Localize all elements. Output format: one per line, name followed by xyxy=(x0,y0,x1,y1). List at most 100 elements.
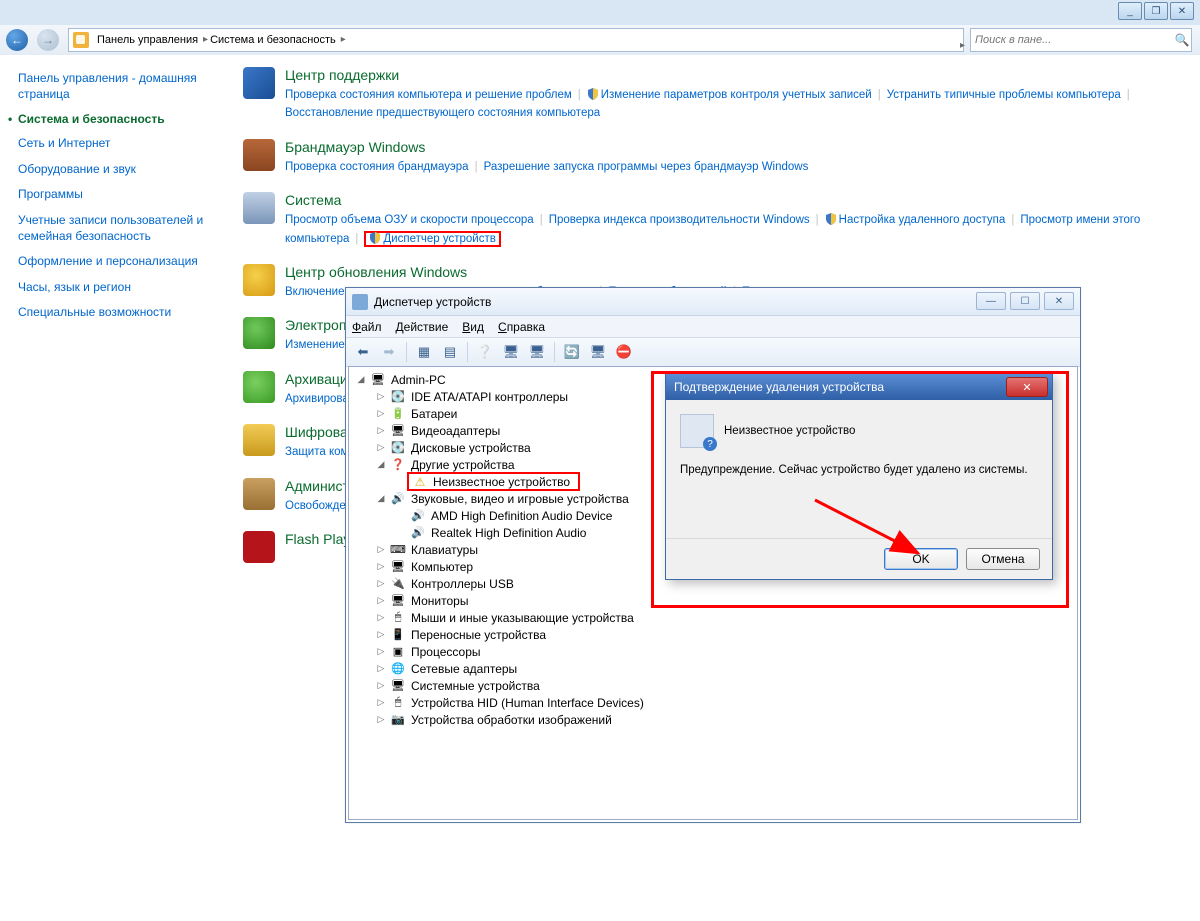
category-link[interactable]: Проверка состояния брандмауэра xyxy=(285,161,469,173)
expand-toggle-icon[interactable]: ▷ xyxy=(375,425,387,436)
expand-toggle-icon[interactable]: ▷ xyxy=(375,442,387,453)
left-nav-item[interactable]: Сеть и Интернет xyxy=(18,136,213,152)
menu-item[interactable]: Вид xyxy=(462,320,484,334)
tree-node[interactable]: ▷🖥Системные устройства xyxy=(349,677,1077,694)
tb-disable-icon[interactable]: ⛔ xyxy=(613,341,635,363)
category-icon xyxy=(243,139,275,171)
device-type-icon: ▣ xyxy=(390,645,406,659)
search-icon[interactable]: 🔍 xyxy=(1173,33,1191,47)
expand-toggle-icon[interactable]: ▷ xyxy=(375,697,387,708)
category-link[interactable]: Восстановление предшествующего состояния… xyxy=(285,107,600,119)
tree-node[interactable]: ▷📱Переносные устройства xyxy=(349,626,1077,643)
expand-toggle-icon[interactable]: ▷ xyxy=(375,391,387,402)
highlighted-node: Неизвестное устройство xyxy=(407,472,580,491)
device-type-icon: 🔊 xyxy=(410,509,426,523)
browser-tab-strip: _ ❐ ✕ xyxy=(0,0,1200,26)
tb-uninstall-icon[interactable]: 🖥 xyxy=(587,341,609,363)
menu-item[interactable]: Действие xyxy=(396,320,449,334)
device-type-icon: 💽 xyxy=(390,441,406,455)
tb-back-icon[interactable]: ⬅ xyxy=(352,341,374,363)
expand-toggle-icon[interactable]: ▷ xyxy=(375,646,387,657)
category-icon xyxy=(243,424,275,456)
nav-forward-button[interactable]: → xyxy=(37,29,59,51)
category-link[interactable]: Настройка удаленного доступа xyxy=(839,214,1006,226)
tree-node[interactable]: ▷▣Процессоры xyxy=(349,643,1077,660)
expand-toggle-icon[interactable]: ▷ xyxy=(375,680,387,691)
left-nav-item[interactable]: Оборудование и звук xyxy=(18,162,213,178)
dm-title: Диспетчер устройств xyxy=(374,295,491,309)
control-panel-icon xyxy=(73,32,89,48)
search-box[interactable]: 🔍 xyxy=(970,28,1192,52)
dialog-cancel-button[interactable]: Отмена xyxy=(966,548,1040,570)
category-link[interactable]: Проверка состояния компьютера и решение … xyxy=(285,89,572,101)
category-link[interactable]: Проверка индекса производительности Wind… xyxy=(549,214,810,226)
tree-node-label: Другие устройства xyxy=(409,458,517,472)
expand-toggle-icon[interactable]: ◢ xyxy=(355,374,367,385)
expand-toggle-icon[interactable]: ▷ xyxy=(375,629,387,640)
tb-update-icon[interactable]: 🔄 xyxy=(561,341,583,363)
category-title[interactable]: Центр обновления Windows xyxy=(285,264,1180,280)
device-type-icon: 🔋 xyxy=(390,407,406,421)
device-type-icon: 🖥 xyxy=(370,373,386,387)
category-title[interactable]: Центр поддержки xyxy=(285,67,1180,83)
tree-node[interactable]: ▷📷Устройства обработки изображений xyxy=(349,711,1077,728)
tb-help-icon[interactable]: ❔ xyxy=(474,341,496,363)
expand-toggle-icon[interactable]: ▷ xyxy=(375,595,387,606)
menu-item[interactable]: Справка xyxy=(498,320,545,334)
os-maximize-button[interactable]: ❐ xyxy=(1144,2,1168,20)
expand-toggle-icon[interactable]: ◢ xyxy=(375,493,387,504)
device-type-icon: 🖱 xyxy=(390,611,406,625)
left-nav-item[interactable]: Оформление и персонализация xyxy=(18,254,213,270)
category-link[interactable]: Разрешение запуска программы через бранд… xyxy=(484,161,809,173)
confirm-uninstall-dialog: Подтверждение удаления устройства ✕ Неиз… xyxy=(665,373,1053,580)
menu-item[interactable]: Файл xyxy=(352,320,382,334)
search-input[interactable] xyxy=(971,34,1173,46)
dm-minimize-button[interactable]: — xyxy=(976,292,1006,310)
dm-close-button[interactable]: ✕ xyxy=(1044,292,1074,310)
tree-node[interactable]: ▷🖱Мыши и иные указывающие устройства xyxy=(349,609,1077,626)
left-nav-item[interactable]: Часы, язык и регион xyxy=(18,280,213,296)
category-title[interactable]: Система xyxy=(285,192,1180,208)
tb-fwd-icon[interactable]: ➡ xyxy=(378,341,400,363)
category-icon xyxy=(243,264,275,296)
expand-toggle-icon[interactable]: ▷ xyxy=(375,714,387,725)
os-close-button[interactable]: ✕ xyxy=(1170,2,1194,20)
tree-node-label: IDE ATA/ATAPI контроллеры xyxy=(409,390,570,404)
left-nav-item[interactable]: Программы xyxy=(18,187,213,203)
expand-toggle-icon[interactable]: ▷ xyxy=(375,578,387,589)
tree-node[interactable]: ▷🖥Мониторы xyxy=(349,592,1077,609)
category-link[interactable]: Изменение параметров контроля учетных за… xyxy=(601,89,872,101)
category-icon xyxy=(243,478,275,510)
left-nav-home[interactable]: Панель управления - домашняя страница xyxy=(18,71,213,102)
dialog-close-button[interactable]: ✕ xyxy=(1006,377,1048,397)
breadcrumb-item[interactable]: Панель управления xyxy=(93,34,206,46)
expand-toggle-icon[interactable]: ◢ xyxy=(375,459,387,470)
expand-toggle-icon[interactable]: ▷ xyxy=(375,544,387,555)
expand-toggle-icon[interactable]: ▷ xyxy=(375,561,387,572)
dialog-titlebar[interactable]: Подтверждение удаления устройства ✕ xyxy=(666,374,1052,400)
tb-scan-icon[interactable]: 🖥 xyxy=(500,341,522,363)
dm-titlebar[interactable]: Диспетчер устройств — ☐ ✕ xyxy=(346,288,1080,316)
tb-show-icon[interactable]: ▦ xyxy=(413,341,435,363)
tree-node[interactable]: ▷🖱Устройства HID (Human Interface Device… xyxy=(349,694,1077,711)
left-nav-item[interactable]: Учетные записи пользователей и семейная … xyxy=(18,213,213,244)
tree-node[interactable]: ▷🌐Сетевые адаптеры xyxy=(349,660,1077,677)
dm-maximize-button[interactable]: ☐ xyxy=(1010,292,1040,310)
breadcrumb-item[interactable]: Система и безопасность xyxy=(206,34,344,46)
category-link[interactable]: Диспетчер устройств xyxy=(383,233,495,245)
expand-toggle-icon[interactable]: ▷ xyxy=(375,408,387,419)
dialog-ok-button[interactable]: OK xyxy=(884,548,958,570)
tb-scan2-icon[interactable]: 🖥 xyxy=(526,341,548,363)
tree-node-label: Realtek High Definition Audio xyxy=(429,526,588,540)
category-link[interactable]: Устранить типичные проблемы компьютера xyxy=(887,89,1121,101)
tb-prop-icon[interactable]: ▤ xyxy=(439,341,461,363)
left-nav-item[interactable]: Специальные возможности xyxy=(18,305,213,321)
category-link[interactable]: Просмотр объема ОЗУ и скорости процессор… xyxy=(285,214,534,226)
nav-back-button[interactable]: ← xyxy=(6,29,28,51)
expand-toggle-icon[interactable]: ▷ xyxy=(375,663,387,674)
category-title[interactable]: Брандмауэр Windows xyxy=(285,139,1180,155)
expand-toggle-icon[interactable]: ▷ xyxy=(375,612,387,623)
dm-menubar[interactable]: Файл Действие Вид Справка xyxy=(346,316,1080,338)
os-minimize-button[interactable]: _ xyxy=(1118,2,1142,20)
breadcrumb[interactable]: Панель управления Система и безопасность xyxy=(68,28,964,52)
